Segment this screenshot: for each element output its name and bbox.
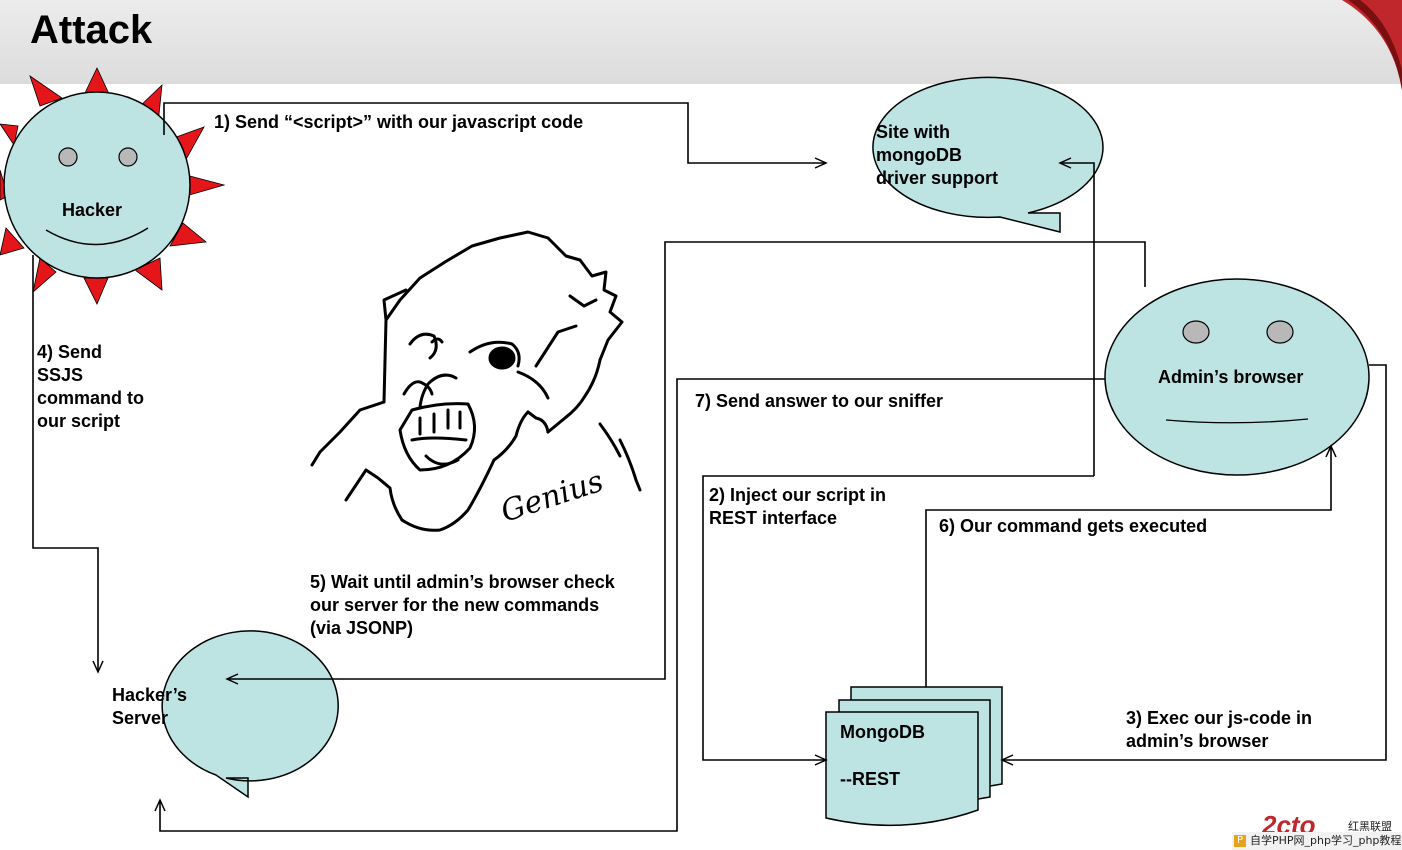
hackers-server-label: Hacker’s Server [112,685,188,728]
watermark-strip: P 自学PHP网_php学习_php教程 [1232,832,1402,850]
step2-label: 2) Inject our script in REST interface [709,485,887,528]
mongodb-label: MongoDB [840,722,925,742]
step3-label: 3) Exec our js-code in admin’s browser [1126,708,1313,751]
step6-label: 6) Our command gets executed [939,516,1208,536]
edge-site-return [1058,157,1095,476]
hacker-label: Hacker [62,200,123,220]
mongodb-rest-label: --REST [840,769,900,789]
step5-label: 5) Wait until admin’s browser check our … [310,572,615,638]
watermark: 2cto 红黑联盟 P 自学PHP网_php学习_php教程 [1232,808,1402,850]
edge-step4 [32,255,104,674]
step1-label: 1) Send “<script>” with our javascript c… [214,112,584,132]
site-label: Site with mongoDB driver support [876,122,999,188]
hackers-server-node [161,630,339,799]
php-icon: P [1234,835,1246,847]
genius-caption: Genius [497,464,608,530]
step4-label: 4) Send SSJS command to our script [37,342,145,431]
step7-label: 7) Send answer to our sniffer [695,391,944,411]
edge-step6 [925,444,1337,687]
admin-browser-label: Admin’s browser [1158,367,1304,387]
mongodb-node [825,686,1003,827]
watermark-strip-text: 自学PHP网_php学习_php教程 [1250,834,1402,847]
